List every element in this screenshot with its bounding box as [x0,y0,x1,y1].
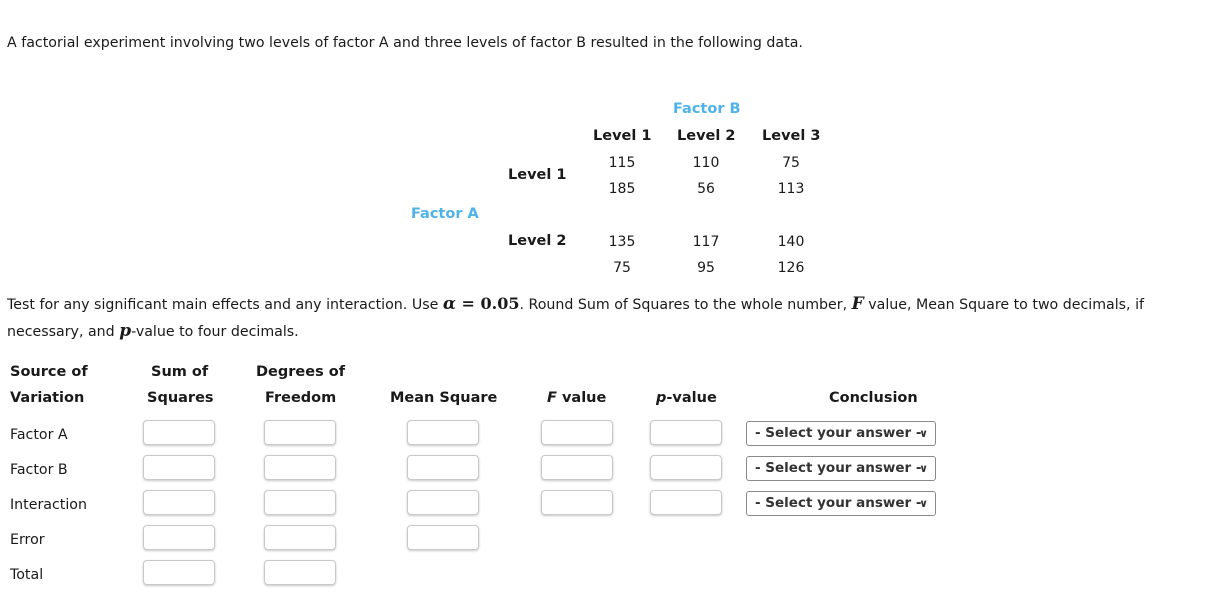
col-header-level-3: Level 3 [762,128,821,144]
total-df-input[interactable] [264,560,336,585]
error-df-input[interactable] [264,525,336,550]
header-ms: Mean Square [390,390,498,406]
interaction-f-input[interactable] [541,490,613,515]
row-header-level-1: Level 1 [508,167,567,183]
instr-text: . Round Sum of Squares to the whole numb… [519,297,852,313]
row-label-factor-a: Factor A [10,427,68,443]
cell: 135 [608,234,636,250]
factor-a-p-input[interactable] [650,420,722,445]
instr-text: -value to four decimals. [131,324,299,340]
header-df: Freedom [265,390,337,406]
row-label-factor-b: Factor B [10,462,68,478]
interaction-ss-input[interactable] [143,490,215,515]
chevron-down-icon: ∨ [919,427,928,440]
f-symbol: F [851,294,864,314]
factor-a-df-input[interactable] [264,420,336,445]
p-symbol: p [119,321,132,341]
header-conclusion: Conclusion [829,390,918,406]
p-symbol: p [656,390,667,406]
error-ms-input[interactable] [407,525,479,550]
instr-text: Test for any significant main effects an… [7,297,443,313]
interaction-ms-input[interactable] [407,490,479,515]
cell: 56 [697,181,715,197]
cell: 115 [608,155,636,171]
total-ss-input[interactable] [143,560,215,585]
header-df: Degrees of [256,364,346,380]
row-label-error: Error [10,532,45,548]
equals-sign: = [455,294,481,313]
cell: 117 [692,234,720,250]
chevron-down-icon: ∨ [919,462,928,475]
factor-a-f-input[interactable] [541,420,613,445]
factor-a-label: Factor A [411,206,479,222]
header-p: p-value [656,390,717,406]
factor-b-ss-input[interactable] [143,455,215,480]
header-source: Variation [10,390,85,406]
f-symbol: F [547,390,557,406]
interaction-df-input[interactable] [264,490,336,515]
factor-a-ms-input[interactable] [407,420,479,445]
interaction-conclusion-select[interactable]: - Select your answer - ∨ [746,491,936,516]
chevron-down-icon: ∨ [919,497,928,510]
cell: 75 [782,155,800,171]
row-label-interaction: Interaction [10,497,87,513]
col-header-level-1: Level 1 [593,128,652,144]
select-value: - Select your answer - [755,425,922,441]
factor-a-conclusion-select[interactable]: - Select your answer - ∨ [746,421,936,446]
cell: 110 [692,155,720,171]
header-ss: Squares [147,390,214,406]
header-ss: Sum of [151,364,209,380]
row-header-level-2: Level 2 [508,233,567,249]
header-f-text: value [556,390,607,406]
interaction-p-input[interactable] [650,490,722,515]
header-f: F value [547,390,606,406]
alpha-symbol: α [442,294,456,314]
col-header-level-2: Level 2 [677,128,736,144]
intro-text: A factorial experiment involving two lev… [7,35,803,51]
factor-b-conclusion-select[interactable]: - Select your answer - ∨ [746,456,936,481]
factor-b-f-input[interactable] [541,455,613,480]
cell: 185 [608,181,636,197]
cell: 75 [613,260,631,276]
cell: 140 [777,234,805,250]
factor-b-ms-input[interactable] [407,455,479,480]
cell: 95 [697,260,715,276]
header-source: Source of [10,364,88,380]
cell: 113 [777,181,805,197]
cell: 126 [777,260,805,276]
error-ss-input[interactable] [143,525,215,550]
factor-a-ss-input[interactable] [143,420,215,445]
row-label-total: Total [10,567,44,583]
instructions: Test for any significant main effects an… [7,291,1222,345]
select-value: - Select your answer - [755,460,922,476]
factor-b-df-input[interactable] [264,455,336,480]
select-value: - Select your answer - [755,495,922,511]
header-p-text: -value [666,390,717,406]
factor-b-label: Factor B [673,101,741,117]
factor-b-p-input[interactable] [650,455,722,480]
alpha-value: 0.05 [480,294,520,313]
